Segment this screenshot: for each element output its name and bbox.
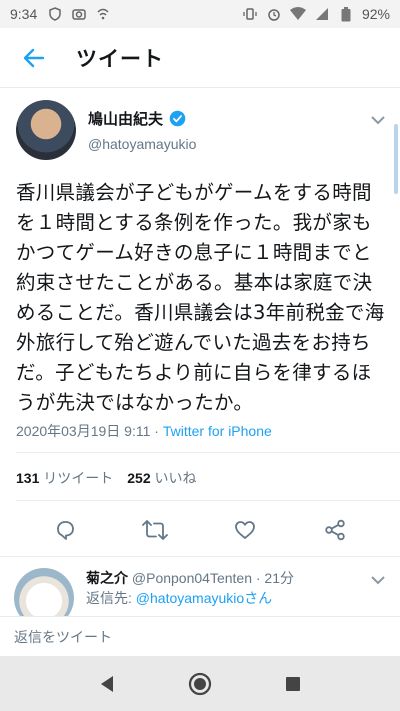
wifi-icon bbox=[289, 6, 306, 22]
chevron-down-icon bbox=[371, 576, 385, 585]
reply-header: 菊之介 @Ponpon04Tenten · 21分 bbox=[86, 568, 294, 588]
divider bbox=[16, 452, 400, 453]
author-handle[interactable]: @hatoyamayukio bbox=[88, 136, 196, 152]
nav-home-button[interactable] bbox=[185, 669, 215, 699]
tweet: 鳩山由紀夫 @hatoyamayukio bbox=[0, 90, 400, 170]
reply-compose-input[interactable]: 返信をツイート bbox=[0, 616, 400, 656]
verified-icon bbox=[169, 110, 186, 127]
retweets-label: リツイート bbox=[43, 470, 114, 486]
tweet-menu-button[interactable] bbox=[370, 110, 386, 129]
system-nav-bar bbox=[0, 656, 400, 711]
reply-to: 返信先: @hatoyamayukioさん bbox=[86, 588, 272, 608]
camera-icon bbox=[71, 6, 87, 22]
tweet-author: 鳩山由紀夫 @hatoyamayukio bbox=[0, 90, 400, 170]
reply-time: · 21分 bbox=[251, 570, 294, 586]
page-title: ツイート bbox=[76, 46, 164, 71]
tweet-meta: 2020年03月19日 9:11 · Twitter for iPhone bbox=[16, 421, 272, 441]
signal-icon bbox=[314, 6, 330, 22]
nav-home-icon bbox=[188, 672, 212, 695]
author-avatar[interactable] bbox=[16, 100, 76, 160]
reply-author-name[interactable]: 菊之介 bbox=[86, 570, 128, 586]
reply-icon bbox=[57, 521, 74, 540]
tweet-text: 香川県議会が子どもがゲームをする時間を１時間とする条例を作った。我が家もかつてゲ… bbox=[16, 181, 385, 414]
tweet-actions bbox=[0, 508, 400, 552]
battery-percent: 92% bbox=[361, 6, 390, 22]
alarm-icon bbox=[266, 6, 282, 22]
share-button[interactable] bbox=[320, 515, 350, 545]
retweet-icon bbox=[142, 520, 168, 540]
divider bbox=[16, 500, 400, 501]
reply-author-handle[interactable]: @Ponpon04Tenten bbox=[132, 570, 252, 586]
reply-to-mention[interactable]: @hatoyamayukioさん bbox=[136, 590, 272, 606]
likes-count: 252 bbox=[127, 470, 151, 486]
wifi-call-icon bbox=[95, 6, 111, 22]
nav-back-button[interactable] bbox=[92, 669, 122, 699]
back-button[interactable] bbox=[6, 30, 62, 86]
back-arrow-icon bbox=[23, 48, 45, 67]
author-name-text: 鳩山由紀夫 bbox=[88, 110, 164, 128]
divider bbox=[0, 556, 400, 557]
battery-icon bbox=[338, 6, 354, 22]
app-header: ツイート bbox=[0, 28, 400, 88]
tweet-date: 2020年03月19日 9:11 bbox=[16, 423, 151, 439]
reply-to-prefix: 返信先: bbox=[86, 590, 136, 606]
likes-stat[interactable]: 252 いいね bbox=[127, 468, 196, 488]
reply-button[interactable] bbox=[50, 515, 80, 545]
tweet-stats: 131 リツイート 252 いいね bbox=[16, 468, 197, 488]
tweet-source[interactable]: Twitter for iPhone bbox=[163, 423, 272, 439]
likes-label: いいね bbox=[154, 470, 197, 486]
status-bar: 9:34 92% bbox=[0, 0, 400, 28]
retweets-stat[interactable]: 131 リツイート bbox=[16, 468, 113, 488]
vibrate-icon bbox=[242, 6, 258, 22]
share-icon bbox=[325, 519, 345, 541]
retweets-count: 131 bbox=[16, 470, 40, 486]
meta-separator: · bbox=[150, 423, 163, 439]
like-button[interactable] bbox=[230, 515, 260, 545]
status-time: 9:34 bbox=[10, 6, 38, 22]
nav-back-icon bbox=[100, 675, 113, 692]
reply-menu-button[interactable] bbox=[370, 570, 386, 589]
retweet-button[interactable] bbox=[140, 515, 170, 545]
like-icon bbox=[235, 521, 255, 539]
nav-recents-button[interactable] bbox=[278, 669, 308, 699]
author-name[interactable]: 鳩山由紀夫 bbox=[88, 108, 186, 129]
reply-tweet[interactable]: 菊之介 @Ponpon04Tenten · 21分 返信先: @hatoyama… bbox=[0, 560, 400, 628]
shield-icon bbox=[47, 6, 63, 22]
chevron-down-icon bbox=[371, 116, 385, 125]
nav-recents-icon bbox=[286, 676, 301, 691]
